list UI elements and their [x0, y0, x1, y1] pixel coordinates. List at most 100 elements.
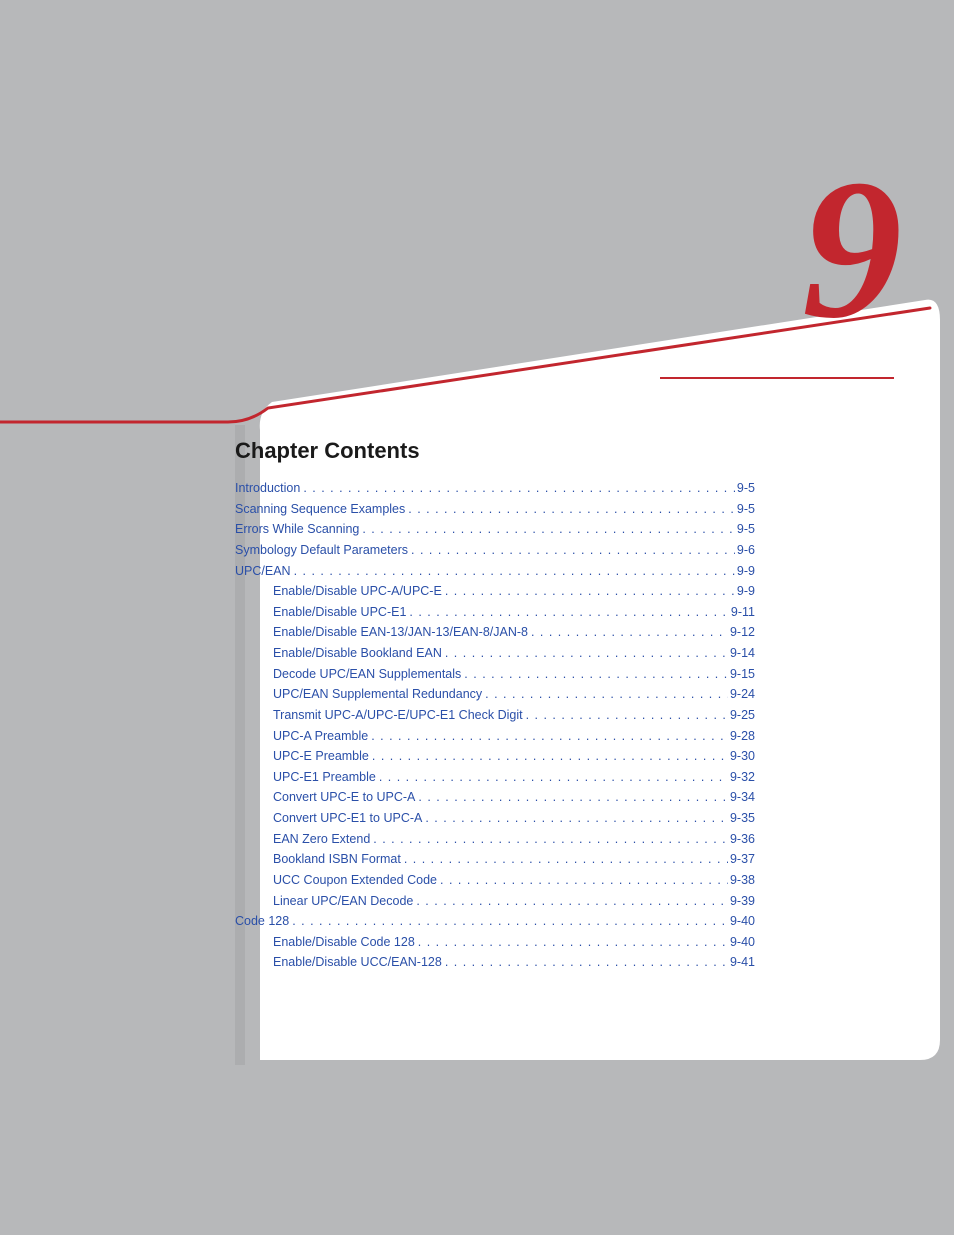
- toc-entry[interactable]: Code 128 9-40: [235, 911, 755, 932]
- page: 9 Symbologies Chapter Contents Introduct…: [0, 0, 954, 1235]
- toc-entry[interactable]: Decode UPC/EAN Supplementals 9-15: [235, 664, 755, 685]
- toc-entry[interactable]: Enable/Disable UPC-E1 9-11: [235, 602, 755, 623]
- toc-entry-label: Enable/Disable UCC/EAN-128: [273, 952, 442, 973]
- toc-entry[interactable]: Convert UPC-E1 to UPC-A 9-35: [235, 808, 755, 829]
- toc-entry-label: Linear UPC/EAN Decode: [273, 891, 413, 912]
- toc-entry[interactable]: UPC/EAN Supplemental Redundancy 9-24: [235, 684, 755, 705]
- toc-entry-label: Symbology Default Parameters: [235, 540, 408, 561]
- toc-entry-page: 9-11: [729, 602, 755, 623]
- contents-heading: Chapter Contents: [235, 438, 755, 464]
- toc-entry[interactable]: UPC-E1 Preamble 9-32: [235, 767, 755, 788]
- toc-leader-dots: [523, 705, 728, 726]
- toc-leader-dots: [413, 891, 728, 912]
- toc-entry-page: 9-9: [735, 561, 755, 582]
- toc-entry[interactable]: UPC-E Preamble 9-30: [235, 746, 755, 767]
- toc-entry[interactable]: Linear UPC/EAN Decode 9-39: [235, 891, 755, 912]
- toc-entry-page: 9-12: [728, 622, 755, 643]
- toc-entry-page: 9-41: [728, 952, 755, 973]
- toc-entry-page: 9-14: [728, 643, 755, 664]
- toc-entry-page: 9-35: [728, 808, 755, 829]
- chapter-contents: Chapter Contents Introduction9-5Scanning…: [235, 438, 755, 973]
- toc-entry-label: UPC/EAN Supplemental Redundancy: [273, 684, 482, 705]
- toc-leader-dots: [528, 622, 728, 643]
- toc-entry[interactable]: Introduction 9-5: [235, 478, 755, 499]
- toc-leader-dots: [461, 664, 728, 685]
- toc-entry[interactable]: UPC/EAN 9-9: [235, 561, 755, 582]
- toc-entry[interactable]: Symbology Default Parameters 9-6: [235, 540, 755, 561]
- toc-entry-label: Convert UPC-E1 to UPC-A: [273, 808, 422, 829]
- toc-leader-dots: [291, 561, 735, 582]
- toc-entry-page: 9-5: [735, 519, 755, 540]
- toc-leader-dots: [376, 767, 728, 788]
- toc-entry-label: UPC/EAN: [235, 561, 291, 582]
- chapter-number: 9: [802, 150, 894, 350]
- toc-entry-page: 9-28: [728, 726, 755, 747]
- toc-entry-page: 9-6: [735, 540, 755, 561]
- toc-entry-label: Enable/Disable Code 128: [273, 932, 415, 953]
- toc-entry-label: Enable/Disable EAN-13/JAN-13/EAN-8/JAN-8: [273, 622, 528, 643]
- toc-entry-label: Introduction: [235, 478, 300, 499]
- toc-entry-page: 9-40: [728, 911, 755, 932]
- toc-entry-page: 9-39: [728, 891, 755, 912]
- toc-leader-dots: [289, 911, 728, 932]
- toc-entry-label: Transmit UPC-A/UPC-E/UPC-E1 Check Digit: [273, 705, 523, 726]
- toc-leader-dots: [401, 849, 728, 870]
- toc-entry-page: 9-38: [728, 870, 755, 891]
- toc-entry[interactable]: Convert UPC-E to UPC-A 9-34: [235, 787, 755, 808]
- toc-leader-dots: [368, 726, 728, 747]
- toc-leader-dots: [442, 643, 728, 664]
- toc-entry-page: 9-9: [735, 581, 755, 602]
- toc-entry[interactable]: Enable/Disable Code 128 9-40: [235, 932, 755, 953]
- toc-entry-page: 9-5: [735, 499, 755, 520]
- toc-leader-dots: [415, 787, 728, 808]
- toc-entry-page: 9-40: [728, 932, 755, 953]
- toc-entry-label: Errors While Scanning: [235, 519, 359, 540]
- toc-entry-label: Decode UPC/EAN Supplementals: [273, 664, 461, 685]
- toc-entry[interactable]: UPC-A Preamble 9-28: [235, 726, 755, 747]
- toc-entry-page: 9-5: [735, 478, 755, 499]
- toc-leader-dots: [405, 499, 735, 520]
- toc-entry-label: EAN Zero Extend: [273, 829, 370, 850]
- toc-leader-dots: [406, 602, 729, 623]
- toc-entry-page: 9-30: [728, 746, 755, 767]
- toc-leader-dots: [442, 952, 728, 973]
- toc-leader-dots: [370, 829, 728, 850]
- toc-leader-dots: [415, 932, 728, 953]
- toc-entry-label: Enable/Disable UPC-A/UPC-E: [273, 581, 442, 602]
- toc-entry[interactable]: Enable/Disable UPC-A/UPC-E 9-9: [235, 581, 755, 602]
- toc-leader-dots: [422, 808, 728, 829]
- toc-entry-page: 9-15: [728, 664, 755, 685]
- toc-entry-page: 9-37: [728, 849, 755, 870]
- toc-entry-label: UPC-A Preamble: [273, 726, 368, 747]
- toc-entry-label: Scanning Sequence Examples: [235, 499, 405, 520]
- toc-entry-label: UPC-E Preamble: [273, 746, 369, 767]
- toc-entry[interactable]: Bookland ISBN Format9-37: [235, 849, 755, 870]
- toc-entry[interactable]: Enable/Disable Bookland EAN 9-14: [235, 643, 755, 664]
- toc-entry[interactable]: Scanning Sequence Examples 9-5: [235, 499, 755, 520]
- toc-leader-dots: [359, 519, 735, 540]
- toc-list: Introduction9-5Scanning Sequence Example…: [235, 478, 755, 973]
- toc-leader-dots: [482, 684, 728, 705]
- toc-leader-dots: [442, 581, 735, 602]
- toc-leader-dots: [408, 540, 735, 561]
- toc-leader-dots: [369, 746, 728, 767]
- toc-entry-page: 9-25: [728, 705, 755, 726]
- toc-entry-page: 9-32: [728, 767, 755, 788]
- toc-entry-label: Enable/Disable Bookland EAN: [273, 643, 442, 664]
- toc-entry-label: UPC-E1 Preamble: [273, 767, 376, 788]
- toc-entry-label: Convert UPC-E to UPC-A: [273, 787, 415, 808]
- toc-entry-label: Enable/Disable UPC-E1: [273, 602, 406, 623]
- toc-entry-page: 9-34: [728, 787, 755, 808]
- toc-entry[interactable]: UCC Coupon Extended Code 9-38: [235, 870, 755, 891]
- toc-entry[interactable]: Errors While Scanning 9-5: [235, 519, 755, 540]
- toc-leader-dots: [437, 870, 728, 891]
- toc-entry[interactable]: Transmit UPC-A/UPC-E/UPC-E1 Check Digit 9…: [235, 705, 755, 726]
- toc-entry-page: 9-36: [728, 829, 755, 850]
- toc-entry[interactable]: Enable/Disable EAN-13/JAN-13/EAN-8/JAN-8…: [235, 622, 755, 643]
- toc-leader-dots: [300, 478, 735, 499]
- toc-entry-page: 9-24: [728, 684, 755, 705]
- toc-entry[interactable]: Enable/Disable UCC/EAN-128 9-41: [235, 952, 755, 973]
- toc-entry[interactable]: EAN Zero Extend 9-36: [235, 829, 755, 850]
- toc-entry-label: UCC Coupon Extended Code: [273, 870, 437, 891]
- toc-entry-label: Code 128: [235, 911, 289, 932]
